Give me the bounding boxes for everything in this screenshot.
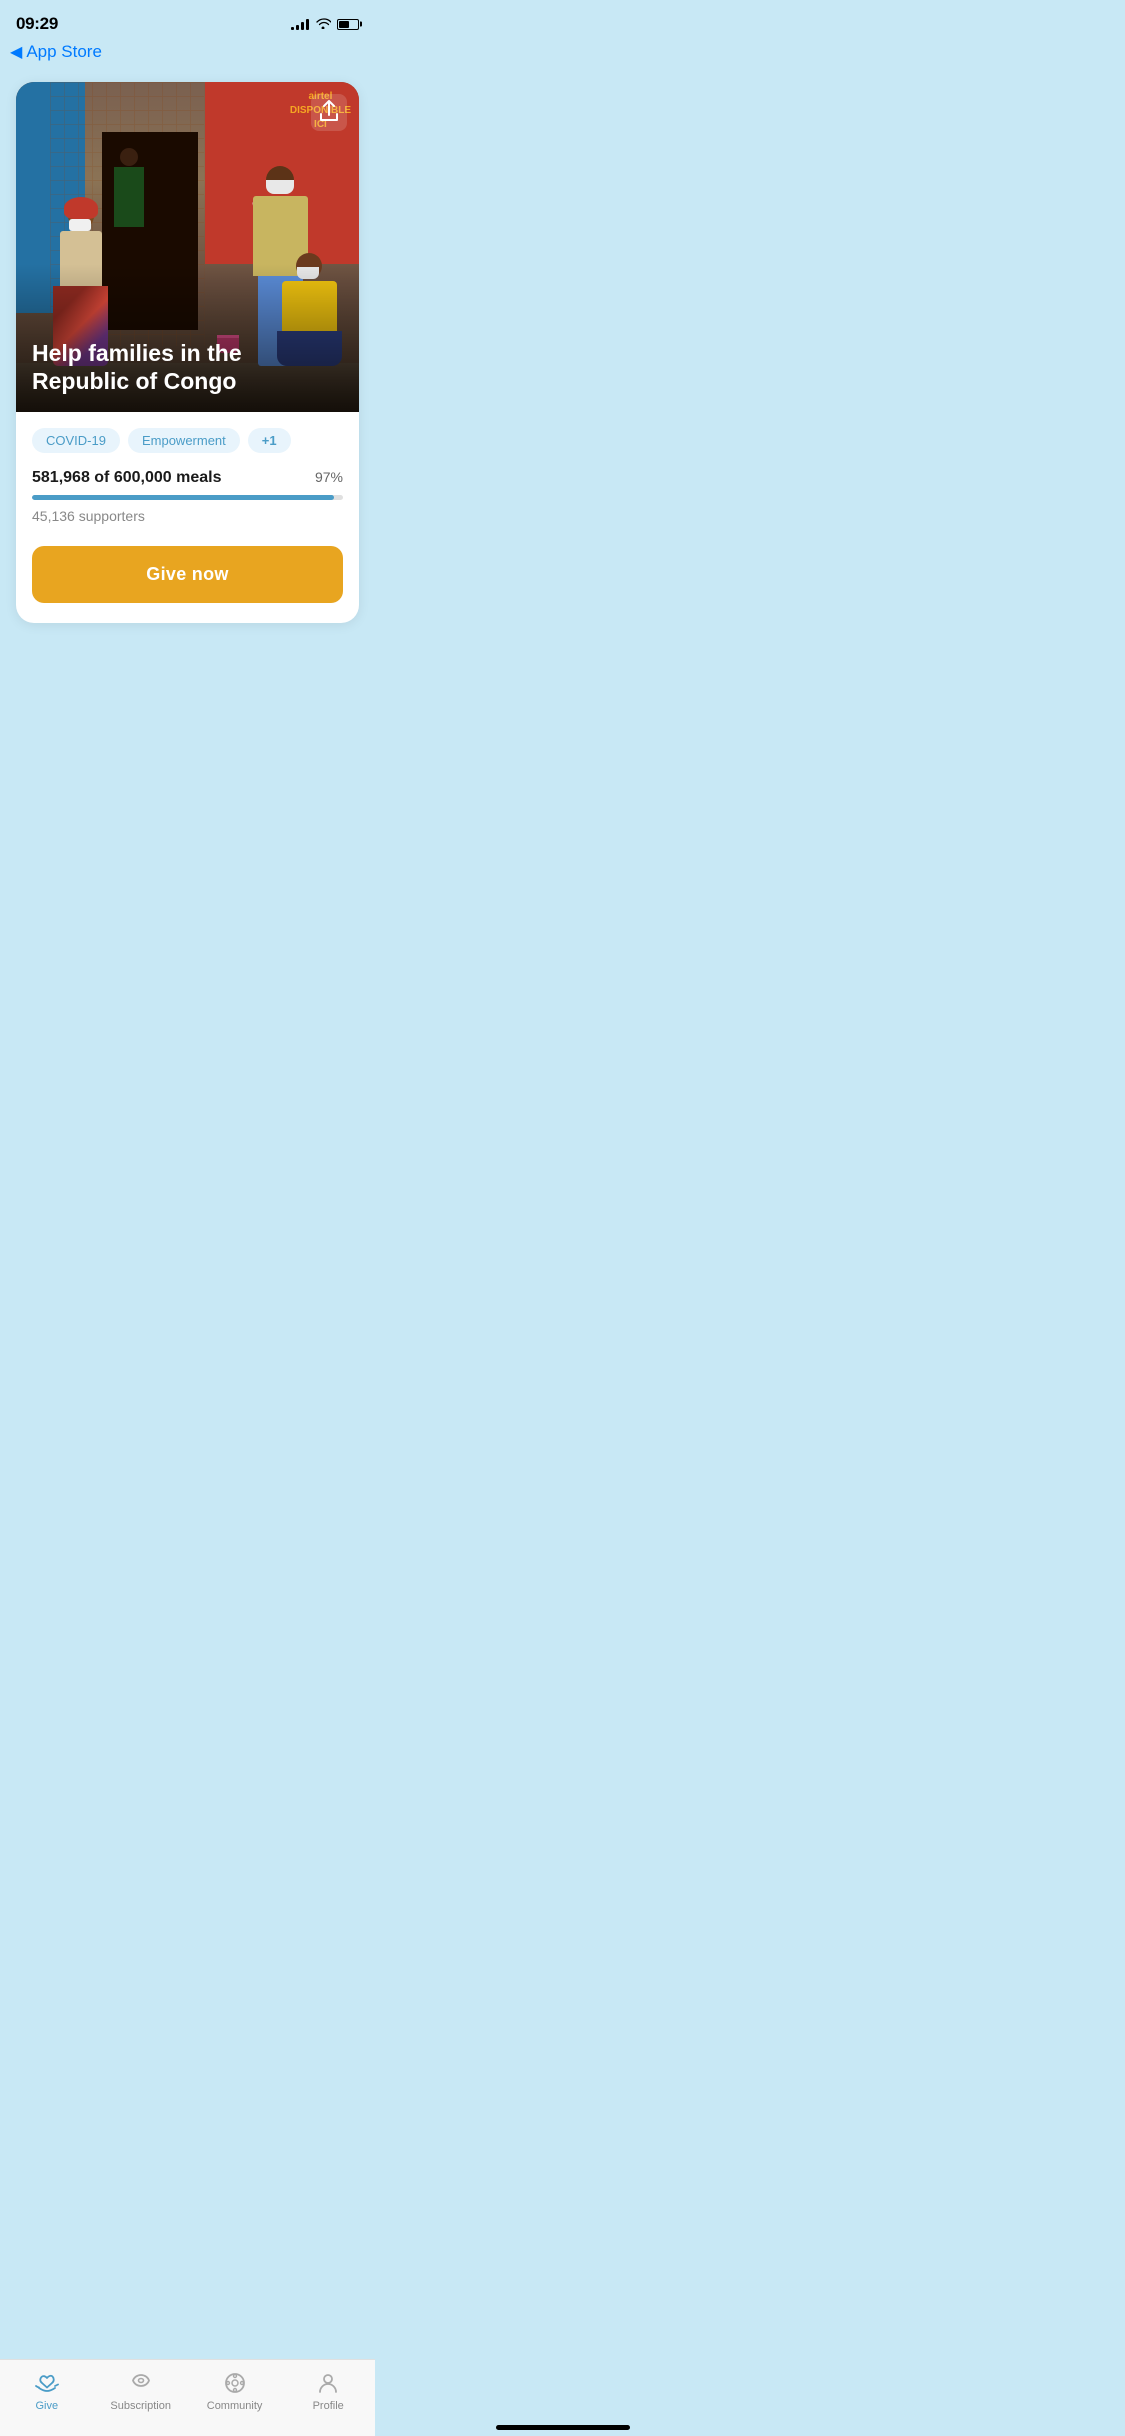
community-icon bbox=[222, 2370, 248, 2396]
battery-fill bbox=[339, 21, 349, 28]
tags-container: COVID-19 Empowerment +1 bbox=[32, 428, 343, 453]
tag-covid[interactable]: COVID-19 bbox=[32, 428, 120, 453]
campaign-scene: airtelDISPONIBLEICI bbox=[16, 82, 359, 412]
community-label: Community bbox=[207, 2400, 263, 2412]
give-icon bbox=[34, 2370, 60, 2396]
nav-item-give[interactable]: Give bbox=[17, 2370, 77, 2412]
bottom-spacer bbox=[0, 639, 375, 729]
campaign-image-title: Help families in the Republic of Congo bbox=[32, 339, 343, 397]
status-icons bbox=[291, 17, 359, 32]
back-nav-label[interactable]: App Store bbox=[26, 42, 102, 62]
progress-header: 581,968 of 600,000 meals 97% bbox=[32, 469, 343, 487]
battery-icon bbox=[337, 19, 359, 30]
progress-text: 581,968 of 600,000 meals bbox=[32, 469, 221, 487]
tag-empowerment[interactable]: Empowerment bbox=[128, 428, 240, 453]
subscription-label: Subscription bbox=[110, 2400, 171, 2412]
nav-item-subscription[interactable]: Subscription bbox=[110, 2370, 171, 2412]
profile-icon bbox=[315, 2370, 341, 2396]
nav-bar: ◀ App Store bbox=[0, 38, 375, 70]
progress-bar-fill bbox=[32, 495, 334, 500]
subscription-icon bbox=[128, 2370, 154, 2396]
campaign-card: airtelDISPONIBLEICI bbox=[16, 82, 359, 623]
signal-bars-icon bbox=[291, 18, 309, 30]
nav-item-community[interactable]: Community bbox=[205, 2370, 265, 2412]
card-body: COVID-19 Empowerment +1 581,968 of 600,0… bbox=[16, 412, 359, 623]
status-bar: 09:29 bbox=[0, 0, 375, 38]
main-content: airtelDISPONIBLEICI bbox=[0, 70, 375, 639]
profile-label: Profile bbox=[313, 2400, 344, 2412]
campaign-image: airtelDISPONIBLEICI bbox=[16, 82, 359, 412]
back-arrow-icon[interactable]: ◀ bbox=[10, 42, 22, 62]
give-now-button[interactable]: Give now bbox=[32, 546, 343, 603]
progress-percent: 97% bbox=[315, 469, 343, 485]
nav-item-profile[interactable]: Profile bbox=[298, 2370, 358, 2412]
tag-more[interactable]: +1 bbox=[248, 428, 291, 453]
worker-head bbox=[266, 166, 294, 194]
wifi-icon bbox=[315, 17, 331, 32]
give-label: Give bbox=[35, 2400, 58, 2412]
progress-section: 581,968 of 600,000 meals 97% 45,136 supp… bbox=[32, 469, 343, 526]
status-time: 09:29 bbox=[16, 14, 58, 34]
bottom-nav: Give Subscription Community bbox=[0, 2359, 375, 2436]
home-indicator bbox=[496, 2425, 630, 2430]
progress-bar-background bbox=[32, 495, 343, 500]
supporters-count: 45,136 supporters bbox=[32, 508, 145, 524]
share-button[interactable] bbox=[311, 94, 347, 131]
woman-head bbox=[68, 203, 94, 229]
